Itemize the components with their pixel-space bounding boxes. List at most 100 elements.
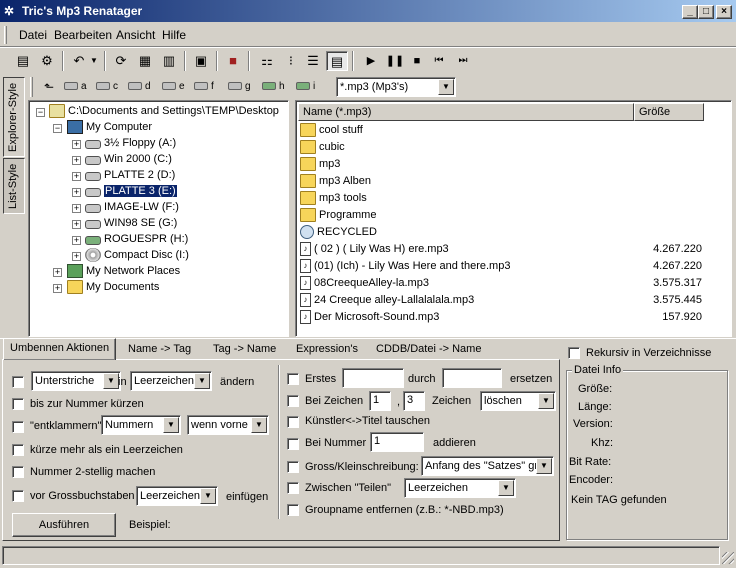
tree-node-drive-f[interactable]: IMAGE-LW (F:) [85,199,179,215]
minimize-button[interactable]: _ [682,5,698,19]
unbracket-select[interactable]: Nummern ▼ [101,415,181,435]
two-digit-number-label[interactable]: Nummer 2-stellig machen [30,466,155,478]
pause-icon[interactable]: ❚❚ [384,51,406,71]
drive-d-button[interactable]: d [128,81,151,92]
collapse-icon[interactable]: − [36,108,45,117]
swap-artist-title-checkbox[interactable] [287,416,299,428]
file-row[interactable]: cool stuff [300,122,720,139]
tab-umbennen-aktionen[interactable]: Umbennen Aktionen [3,338,117,360]
menu-ansicht[interactable]: Ansicht [116,28,155,42]
tree-node-drive-e[interactable]: PLATTE 3 (E:) [85,183,178,199]
file-row[interactable]: mp3 [300,156,720,173]
tab-expressions[interactable]: Expression's [290,340,364,360]
tree-node-drive-h[interactable]: ROGUESPR (H:) [85,231,188,247]
tag-copy-icon[interactable]: ▥ [158,51,180,71]
details-view-icon[interactable]: ▤ [326,51,348,71]
drive-f-button[interactable]: f [194,81,214,92]
refresh-icon[interactable]: ⟳ [110,51,132,71]
drive-c-button[interactable]: c [96,81,118,92]
file-row[interactable]: Programme [300,207,720,224]
undo-dropdown-icon[interactable]: ▼ [88,51,100,71]
tab-tag-name[interactable]: Tag -> Name [207,340,282,360]
replace-from-select[interactable]: Unterstriche ▼ [31,371,121,391]
remove-groupname-checkbox[interactable] [287,504,299,516]
file-row[interactable]: cubic [300,139,720,156]
tab-name-tag[interactable]: Name -> Tag [122,340,197,360]
expand-icon[interactable]: + [72,236,81,245]
char-position-input[interactable]: 1 [369,391,391,411]
tree-node-network[interactable]: My Network Places [67,263,180,279]
first-replace-input[interactable] [442,368,502,388]
column-header-name[interactable]: Name (*.mp3) [298,103,634,121]
folder-up-icon[interactable]: ⬑ [38,77,60,97]
menu-datei[interactable]: Datei [19,28,47,42]
collapse-icon[interactable]: − [53,124,62,133]
previous-track-icon[interactable]: ⏮ [428,51,450,71]
large-icons-view-icon[interactable]: ⚏ [256,51,278,71]
next-track-icon[interactable]: ⏭ [452,51,474,71]
rename-icon[interactable]: ▤ [12,51,34,71]
between-parts-select[interactable]: Leerzeichen ▼ [404,478,516,498]
char-action-select[interactable]: löschen ▼ [480,391,556,411]
tab-list-style[interactable]: List-Style [3,158,25,214]
file-row[interactable]: RECYCLED [300,224,720,241]
run-button[interactable]: Ausführen [12,513,116,537]
tree-node-drive-i[interactable]: Compact Disc (I:) [85,247,189,263]
tree-node-drive-g[interactable]: WIN98 SE (G:) [85,215,177,231]
case-checkbox[interactable] [287,461,299,473]
stop-icon[interactable]: ■ [406,51,428,71]
close-button[interactable]: × [716,5,732,19]
between-parts-checkbox[interactable] [287,482,299,494]
trim-to-number-label[interactable]: bis zur Nummer kürzen [30,398,144,410]
file-row[interactable]: mp3 Alben [300,173,720,190]
before-capitals-label[interactable]: vor Grossbuchstaben [30,490,135,502]
drive-i-button[interactable]: i [296,81,315,92]
add-number-checkbox[interactable] [287,438,299,450]
menu-bearbeiten[interactable]: Bearbeiten [54,28,112,42]
drive-a-button[interactable]: a [64,81,87,92]
expand-icon[interactable]: + [72,204,81,213]
tree-node-my-computer[interactable]: My Computer [67,119,152,135]
unbracket-label[interactable]: "entklammern" [30,420,101,432]
folder-tree[interactable]: − C:\Documents and Settings\TEMP\Desktop… [28,100,289,337]
number-offset-input[interactable]: 1 [370,432,424,452]
tab-cddb-datei-name[interactable]: CDDB/Datei -> Name [370,340,487,360]
resize-grip[interactable] [722,552,734,564]
file-row[interactable]: ♪ (01) (Ich) - Lily Was Here and there.mp… [300,258,720,275]
drive-h-button[interactable]: h [262,81,285,92]
expand-icon[interactable]: + [72,172,81,181]
first-replace-checkbox[interactable] [287,373,299,385]
expand-icon[interactable]: + [72,140,81,149]
file-list[interactable]: Name (*.mp3) Größe cool stuff cubic mp3 mp3… [295,100,732,337]
tag-edit-icon[interactable]: ▦ [134,51,156,71]
swap-artist-title-label[interactable]: Künstler<->Titel tauschen [305,415,430,427]
expand-icon[interactable]: + [53,284,62,293]
two-digit-number-checkbox[interactable] [12,466,24,478]
column-header-size[interactable]: Größe [634,103,704,121]
expand-icon[interactable]: + [72,156,81,165]
expand-icon[interactable]: + [72,220,81,229]
small-icons-view-icon[interactable]: ⁝ [280,51,302,71]
before-capitals-select[interactable]: Leerzeichen ▼ [136,486,218,506]
tree-node-desktop[interactable]: C:\Documents and Settings\TEMP\Desktop [49,103,279,119]
drive-e-button[interactable]: e [162,81,185,92]
tree-node-my-documents[interactable]: My Documents [67,279,159,295]
collapse-spaces-label[interactable]: kürze mehr als ein Leerzeichen [30,444,183,456]
tree-node-floppy[interactable]: 3½ Floppy (A:) [85,135,176,151]
settings-icon[interactable]: ⚙ [36,51,58,71]
before-capitals-checkbox[interactable] [12,490,24,502]
play-icon[interactable]: ▶ [360,51,382,71]
remove-groupname-label[interactable]: Groupname entfernen (z.B.: *-NBD.mp3) [305,504,504,516]
drive-g-button[interactable]: g [228,81,251,92]
first-find-input[interactable] [342,368,404,388]
file-row[interactable]: ♪ 24 Creeque alley-Lallalalala.mp3 3.575.4… [300,292,720,309]
replace-checkbox[interactable] [12,376,24,388]
playlist-icon[interactable]: ▣ [190,51,212,71]
position-select[interactable]: wenn vorne ▼ [187,415,269,435]
list-view-icon[interactable]: ☰ [302,51,324,71]
maximize-button[interactable]: □ [698,5,714,19]
collapse-spaces-checkbox[interactable] [12,444,24,456]
file-row[interactable]: ♪ Der Microsoft-Sound.mp3 157.920 [300,309,720,326]
tree-node-drive-d[interactable]: PLATTE 2 (D:) [85,167,175,183]
case-select[interactable]: Anfang des "Satzes" gr ▼ [421,456,554,476]
